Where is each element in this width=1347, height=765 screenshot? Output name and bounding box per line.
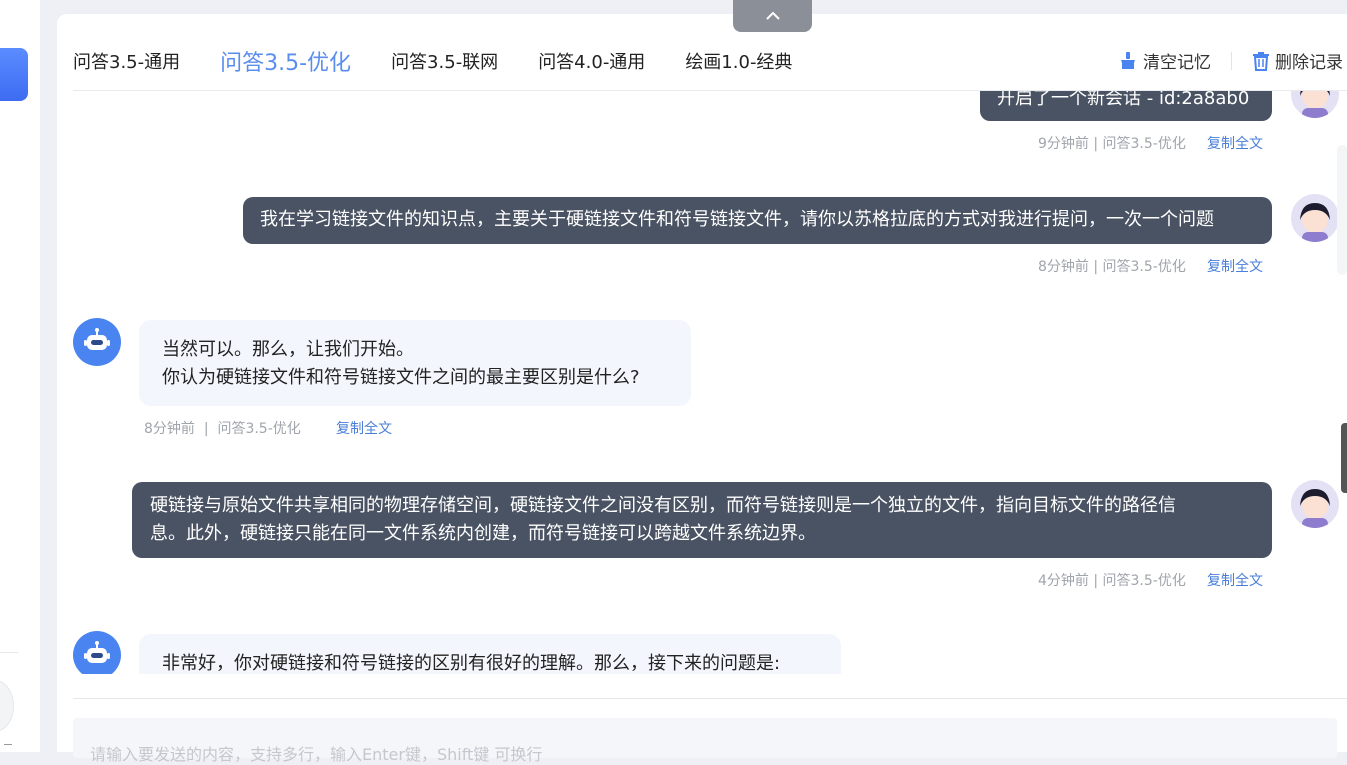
chat-area[interactable]: 开启了一个新会话 - id:2a8ab0 9分钟前 | 问答3.5-优化 复制全… (57, 91, 1347, 674)
bot-avatar (73, 631, 121, 674)
user-message-bubble: 开启了一个新会话 - id:2a8ab0 (980, 91, 1272, 121)
message-meta: 9分钟前 | 问答3.5-优化 (1038, 136, 1186, 152)
message-time-text: 8分钟前 (144, 421, 195, 437)
collapse-button[interactable] (733, 0, 812, 32)
message-meta: 4分钟前 | 问答3.5-优化 (1038, 573, 1186, 589)
bot-message-bubble: 当然可以。那么，让我们开始。 你认为硬链接文件和符号链接文件之间的最主要区别是什… (139, 320, 691, 406)
message-line: 你认为硬链接文件和符号链接文件之间的最主要区别是什么? (162, 367, 640, 388)
copy-all-link[interactable]: 复制全文 (336, 418, 392, 438)
user-avatar (1291, 194, 1339, 242)
copy-all-link[interactable]: 复制全文 (1207, 570, 1263, 590)
model-tabs: 问答3.5-通用 问答3.5-优化 问答3.5-联网 问答4.0-通用 绘画1.… (73, 44, 832, 78)
user-avatar (1291, 91, 1339, 118)
message-line: 息。此外，硬链接只能在同一文件系统内创建，而符号链接可以跨越文件系统边界。 (150, 523, 816, 544)
message-time: 8分钟前 | 问答3.5-优化 (144, 421, 301, 437)
message-text: 开启了一个新会话 - id:2a8ab0 (997, 91, 1250, 109)
tab-qa40-general[interactable]: 问答4.0-通用 (538, 48, 645, 74)
chevron-up-icon (765, 11, 780, 20)
tab-qa35-online[interactable]: 问答3.5-联网 (391, 48, 498, 74)
user-avatar (1291, 480, 1339, 528)
broom-icon (1121, 51, 1135, 69)
message-line: 当然可以。那么，让我们开始。 (162, 339, 414, 360)
message-input-placeholder: 请输入要发送的内容，支持多行，输入Enter键，Shift键 可换行 (90, 745, 543, 764)
input-divider (73, 698, 1347, 699)
user-message-bubble: 我在学习链接文件的知识点，主要关于硬链接文件和符号链接文件，请你以苏格拉底的方式… (243, 197, 1272, 244)
sidebar-active-indicator[interactable] (0, 48, 28, 101)
scrollbar-thumb[interactable] (1341, 423, 1347, 493)
actions-divider (1231, 51, 1232, 70)
sidebar-divider (0, 652, 18, 653)
tab-qa35-general[interactable]: 问答3.5-通用 (73, 48, 180, 74)
delete-records-label: 删除记录 (1275, 53, 1343, 73)
message-text: 非常好，你对硬链接和符号链接的区别有很好的理解。那么，接下来的问题是: (162, 653, 781, 674)
copy-all-link[interactable]: 复制全文 (1207, 256, 1263, 276)
left-sidebar-strip (0, 0, 40, 752)
trash-icon (1253, 51, 1269, 71)
robot-icon (84, 641, 110, 663)
sidebar-tick (4, 744, 12, 745)
message-line: 硬链接与原始文件共享相同的物理存储空间，硬链接文件之间没有区别，而符号链接则是一… (150, 495, 1176, 516)
message-model-text: 问答3.5-优化 (217, 421, 301, 437)
bot-message-bubble: 非常好，你对硬链接和符号链接的区别有很好的理解。那么，接下来的问题是: (139, 634, 841, 674)
robot-icon (84, 328, 110, 350)
message-meta: 8分钟前 | 问答3.5-优化 (1038, 259, 1186, 275)
clear-memory-button[interactable]: 清空记忆 (1118, 48, 1211, 73)
bot-avatar (73, 318, 121, 366)
header-actions: 清空记忆 删除记录 (1118, 48, 1343, 73)
tab-draw10-classic[interactable]: 绘画1.0-经典 (685, 48, 792, 74)
user-message-bubble: 硬链接与原始文件共享相同的物理存储空间，硬链接文件之间没有区别，而符号链接则是一… (132, 482, 1272, 558)
scrollbar-track[interactable] (1337, 145, 1347, 275)
tab-qa35-optimized[interactable]: 问答3.5-优化 (220, 45, 351, 77)
message-text: 我在学习链接文件的知识点，主要关于硬链接文件和符号链接文件，请你以苏格拉底的方式… (260, 209, 1214, 230)
clear-memory-label: 清空记忆 (1143, 53, 1211, 73)
delete-records-button[interactable]: 删除记录 (1252, 48, 1343, 73)
copy-all-link[interactable]: 复制全文 (1207, 133, 1263, 153)
